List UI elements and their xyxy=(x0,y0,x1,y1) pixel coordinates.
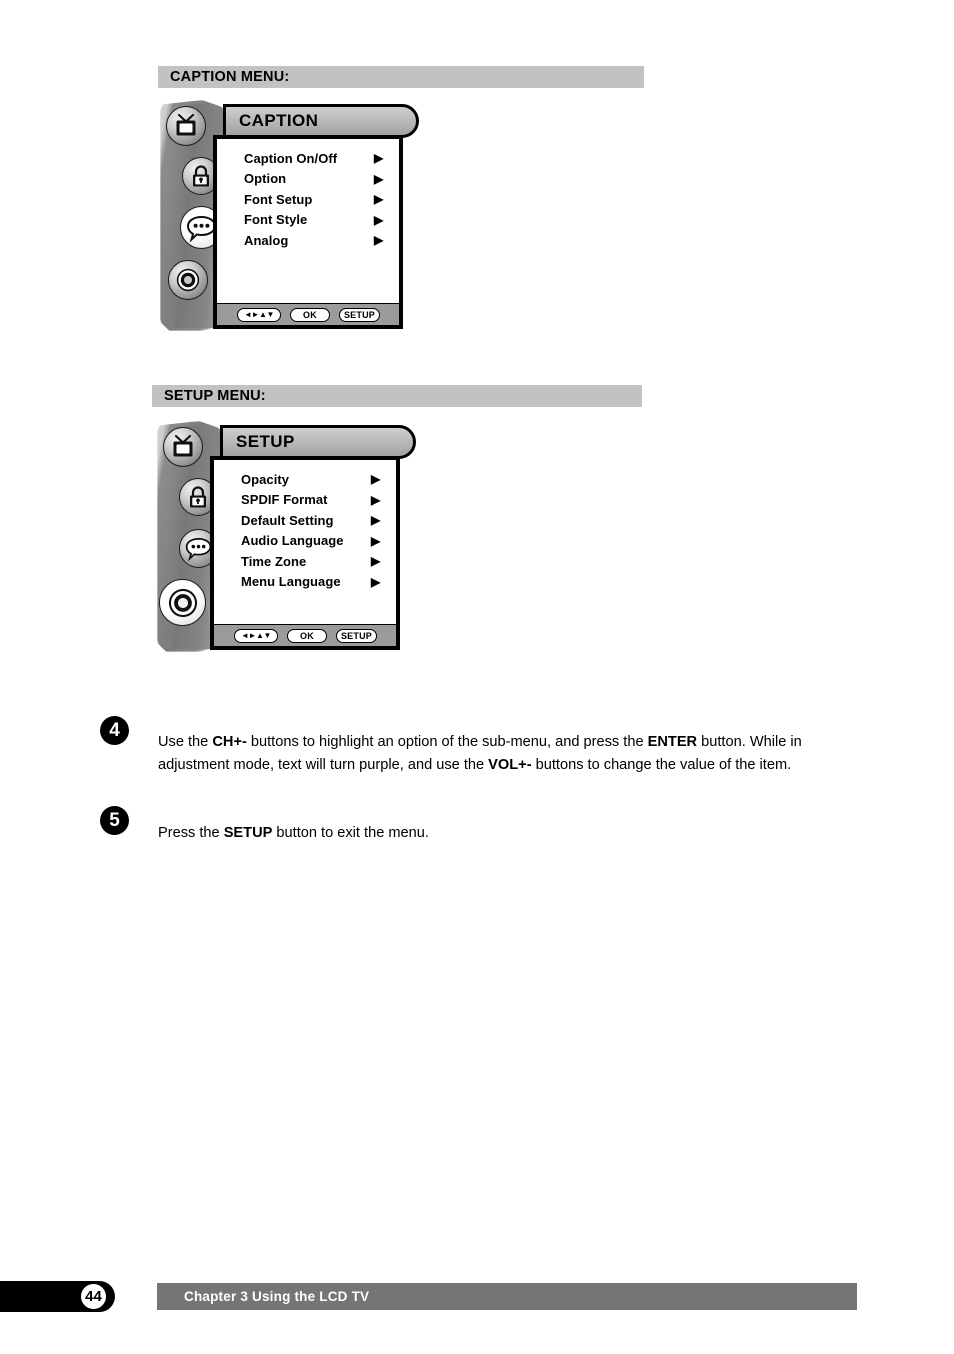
tv-icon[interactable] xyxy=(166,106,206,146)
caption-osd-panel: CAPTION Caption On/Off ▶ Option ▶ Font S… xyxy=(160,100,425,355)
menu-item[interactable]: Option ▶ xyxy=(244,169,399,190)
setup-osd-title-bar: SETUP xyxy=(220,425,416,459)
menu-item-label: Font Style xyxy=(244,212,308,228)
lock-icon-glyph xyxy=(190,486,206,508)
menu-item-label: SPDIF Format xyxy=(241,492,328,508)
gear-icon[interactable] xyxy=(168,260,208,300)
menu-item[interactable]: Font Setup ▶ xyxy=(244,189,399,210)
menu-item[interactable]: Opacity ▶ xyxy=(241,469,396,490)
setup-osd-body: Opacity ▶ SPDIF Format ▶ Default Setting… xyxy=(210,456,400,628)
caption-menu-section-header: CAPTION MENU: xyxy=(158,66,644,88)
setup-osd-title: SETUP xyxy=(236,432,295,451)
setup-button[interactable]: SETUP xyxy=(336,628,377,643)
chevron-right-icon: ▶ xyxy=(371,492,381,507)
setup-osd-footer: ◄►▲▼ OK SETUP xyxy=(210,625,400,650)
menu-item-label: Menu Language xyxy=(241,574,341,590)
dpad-icon[interactable]: ◄►▲▼ xyxy=(237,307,281,322)
step-number: 5 xyxy=(109,810,120,831)
emphasis-text: CH+- xyxy=(212,734,247,750)
caption-osd-title-bar: CAPTION xyxy=(223,104,419,138)
ok-button[interactable]: OK xyxy=(287,628,327,643)
chevron-right-icon: ▶ xyxy=(374,171,384,186)
chevron-right-icon: ▶ xyxy=(371,554,381,569)
tv-icon-glyph xyxy=(176,114,196,136)
step-bullet-5: 5 xyxy=(100,806,129,835)
ok-button[interactable]: OK xyxy=(290,307,330,322)
chevron-right-icon: ▶ xyxy=(371,513,381,528)
setup-menu-list: Opacity ▶ SPDIF Format ▶ Default Setting… xyxy=(214,460,396,592)
caption-osd-title: CAPTION xyxy=(239,111,319,130)
gear-icon[interactable] xyxy=(159,579,206,626)
menu-item-label: Audio Language xyxy=(241,533,344,549)
body-text: buttons to highlight an option of the su… xyxy=(246,734,648,750)
footer-chapter-label: Chapter 3 Using the LCD TV xyxy=(184,1289,370,1304)
menu-item[interactable]: Default Setting ▶ xyxy=(241,510,396,531)
step-bullet-4: 4 xyxy=(100,716,129,745)
menu-item[interactable]: Menu Language ▶ xyxy=(241,572,396,593)
gear-icon-glyph xyxy=(168,588,197,617)
menu-item-label: Option xyxy=(244,171,287,187)
chevron-right-icon: ▶ xyxy=(371,472,381,487)
menu-item-label: Opacity xyxy=(241,471,290,487)
tv-icon[interactable] xyxy=(163,427,203,467)
caption-menu-list: Caption On/Off ▶ Option ▶ Font Setup ▶ F… xyxy=(217,139,399,251)
menu-item[interactable]: Font Style ▶ xyxy=(244,210,399,231)
menu-item[interactable]: Analog ▶ xyxy=(244,230,399,251)
menu-item-label: Default Setting xyxy=(241,512,334,528)
body-text: button to exit the menu. xyxy=(272,825,429,841)
setup-osd-panel: SETUP Opacity ▶ SPDIF Format ▶ Default S… xyxy=(157,421,422,676)
caption-osd-body: Caption On/Off ▶ Option ▶ Font Setup ▶ F… xyxy=(213,135,403,307)
chevron-right-icon: ▶ xyxy=(374,151,384,166)
body-text: buttons to change the value of the item. xyxy=(531,756,792,773)
setup-menu-section-label: SETUP MENU: xyxy=(164,388,266,404)
lock-icon-glyph xyxy=(193,165,209,187)
menu-item-label: Caption On/Off xyxy=(244,150,338,166)
menu-item-label: Time Zone xyxy=(241,553,307,569)
emphasis-text: VOL+- xyxy=(488,756,532,773)
chevron-right-icon: ▶ xyxy=(374,233,384,248)
chevron-right-icon: ▶ xyxy=(374,192,384,207)
chevron-right-icon: ▶ xyxy=(374,212,384,227)
gear-icon-glyph xyxy=(176,268,200,292)
menu-item[interactable]: Time Zone ▶ xyxy=(241,551,396,572)
footer-chapter-bar: Chapter 3 Using the LCD TV xyxy=(157,1283,857,1310)
setup-menu-section-header: SETUP MENU: xyxy=(152,385,642,407)
setup-button[interactable]: SETUP xyxy=(339,307,380,322)
menu-item-label: Font Setup xyxy=(244,191,313,207)
dpad-icon[interactable]: ◄►▲▼ xyxy=(234,628,278,643)
menu-item-label: Analog xyxy=(244,232,289,248)
tv-icon-glyph xyxy=(173,435,193,457)
body-text: Use the xyxy=(158,734,213,750)
caption-bubble-icon-glyph xyxy=(185,537,212,562)
body-text: Press the xyxy=(158,825,224,841)
emphasis-text: ENTER xyxy=(647,734,698,750)
menu-item[interactable]: SPDIF Format ▶ xyxy=(241,490,396,511)
menu-item[interactable]: Audio Language ▶ xyxy=(241,531,396,552)
emphasis-text: SETUP xyxy=(223,825,273,841)
caption-osd-footer: ◄►▲▼ OK SETUP xyxy=(213,304,403,329)
step-number: 4 xyxy=(109,720,120,741)
menu-item[interactable]: Caption On/Off ▶ xyxy=(244,148,399,169)
step-text-4: Use the CH+- buttons to highlight an opt… xyxy=(158,731,806,776)
chevron-right-icon: ▶ xyxy=(371,533,381,548)
page-number: 44 xyxy=(80,1283,107,1310)
step-text-5: Press the SETUP button to exit the menu. xyxy=(158,822,806,845)
caption-menu-section-label: CAPTION MENU: xyxy=(170,69,290,85)
chevron-right-icon: ▶ xyxy=(371,574,381,589)
